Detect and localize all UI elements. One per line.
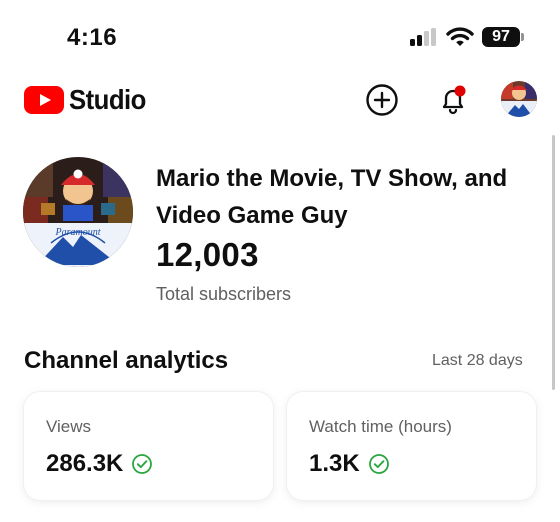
- channel-avatar[interactable]: Paramount: [23, 157, 133, 267]
- watch-time-label: Watch time (hours): [309, 417, 452, 436]
- battery-tip: [521, 33, 524, 41]
- notifications-bell-icon[interactable]: [436, 83, 470, 117]
- subscriber-label: Total subscribers: [156, 284, 292, 304]
- wifi-icon: [446, 27, 474, 46]
- views-value: 286.3K: [46, 450, 124, 477]
- paramount-logo-text: Paramount: [55, 227, 101, 238]
- check-circle-icon: [368, 454, 389, 474]
- battery-icon: 97: [482, 27, 520, 47]
- scrollbar[interactable]: [552, 135, 555, 390]
- channel-name: Mario the Movie, TV Show, and Video Game…: [156, 165, 508, 229]
- analytics-period[interactable]: Last 28 days: [432, 352, 523, 370]
- youtube-logo-icon: [24, 86, 64, 114]
- views-card[interactable]: Views 286.3K: [24, 392, 273, 500]
- views-label: Views: [46, 417, 92, 436]
- logo-text: Studio: [69, 84, 146, 115]
- account-avatar[interactable]: [501, 81, 537, 117]
- cellular-signal-icon: [410, 28, 438, 46]
- subscriber-count: 12,003: [156, 236, 259, 273]
- check-circle-icon: [132, 454, 153, 474]
- views-value-row: 286.3K: [46, 450, 153, 478]
- create-icon[interactable]: [365, 83, 399, 117]
- analytics-title: Channel analytics: [24, 347, 229, 374]
- status-time: 4:16: [67, 24, 118, 51]
- account-avatar-image: [501, 81, 537, 117]
- channel-avatar-image: Paramount: [23, 157, 133, 267]
- watch-time-card[interactable]: Watch time (hours) 1.3K: [287, 392, 536, 500]
- watch-time-value: 1.3K: [309, 450, 360, 477]
- studio-logo[interactable]: Studio: [24, 84, 153, 116]
- status-bar: 4:16 97: [0, 0, 560, 72]
- app-header: Studio: [0, 72, 560, 132]
- watch-time-value-row: 1.3K: [309, 450, 390, 478]
